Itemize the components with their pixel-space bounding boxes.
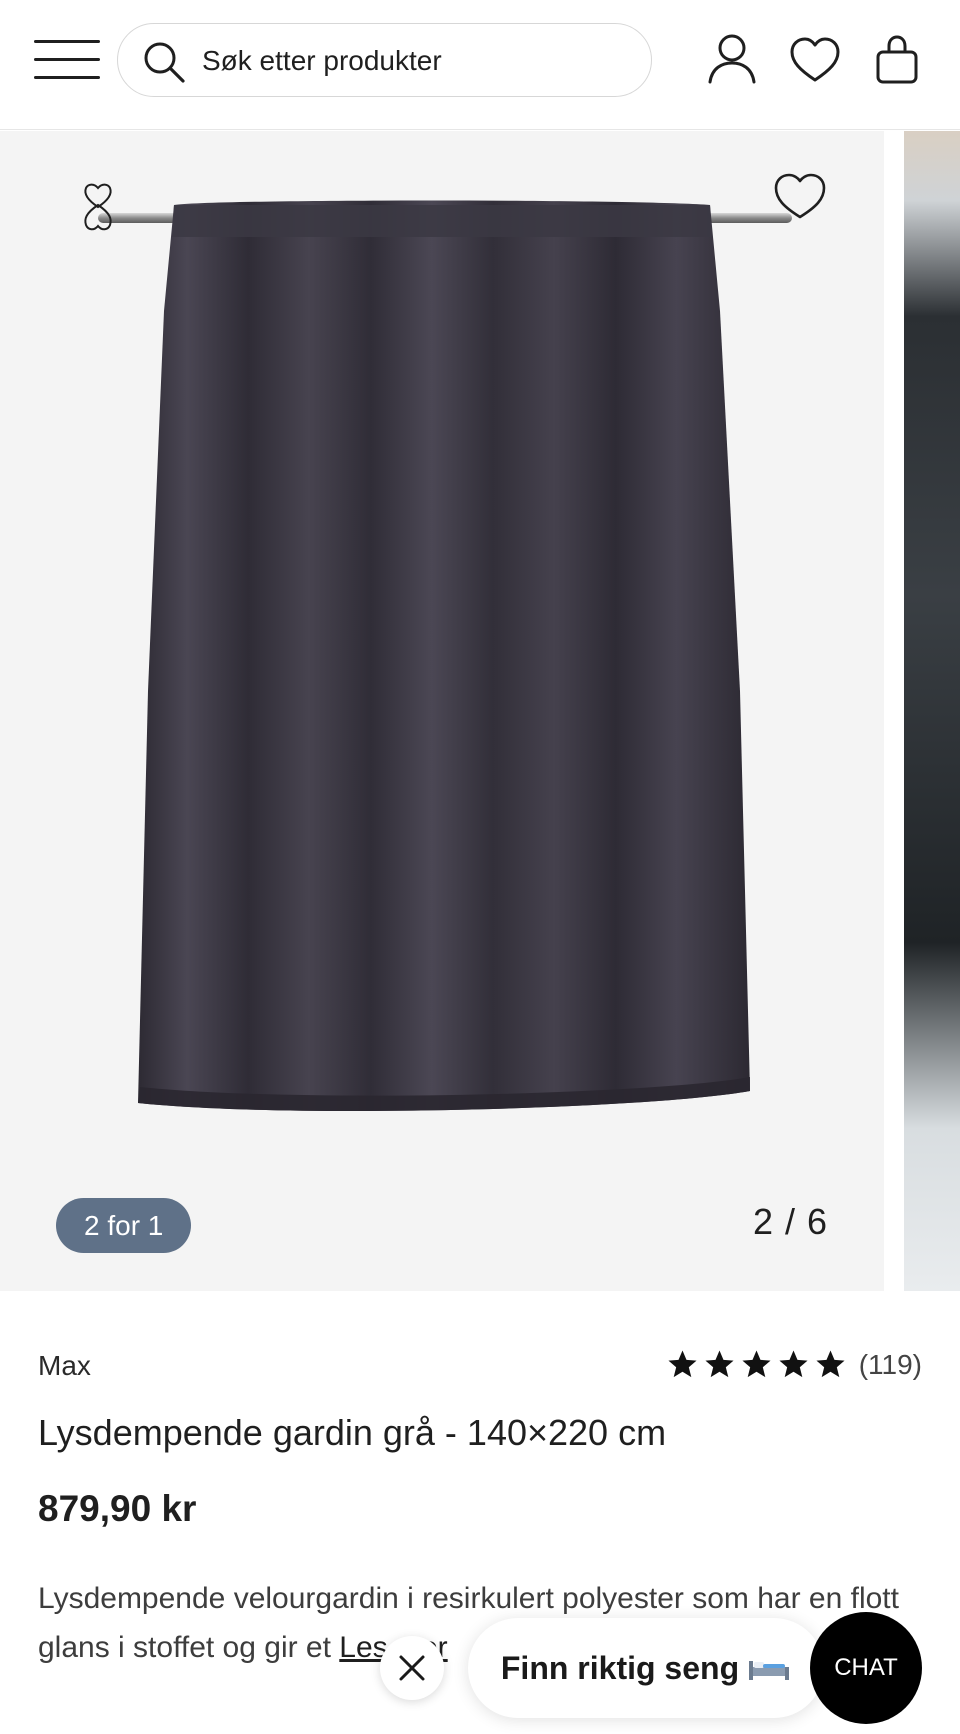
- star-icon: [705, 1350, 734, 1378]
- product-title: Lysdempende gardin grå - 140×220 cm: [38, 1412, 667, 1453]
- gallery-slide[interactable]: [0, 131, 884, 1291]
- image-counter: 2 / 6: [752, 1201, 828, 1242]
- search-icon: [144, 42, 185, 83]
- account-icon[interactable]: [704, 30, 760, 90]
- cart-icon[interactable]: [872, 30, 922, 90]
- menu-icon[interactable]: [34, 40, 100, 80]
- bed-icon: [749, 1661, 790, 1680]
- product-gallery[interactable]: 2 for 1 2 / 6: [0, 131, 960, 1291]
- product-brand: Max: [38, 1350, 91, 1381]
- favorite-heart-icon[interactable]: [772, 171, 828, 221]
- chat-button[interactable]: CHAT: [810, 1612, 922, 1724]
- star-icon: [668, 1350, 697, 1378]
- product-price: 879,90 kr: [38, 1488, 197, 1529]
- star-icon: [816, 1350, 845, 1378]
- star-icon: [742, 1350, 771, 1378]
- rating-stars: [666, 1348, 847, 1381]
- close-promo-button[interactable]: [380, 1636, 444, 1700]
- search-input[interactable]: [202, 38, 622, 84]
- promo-badge: 2 for 1: [56, 1198, 192, 1253]
- close-icon: [399, 1655, 425, 1681]
- site-header: [0, 0, 960, 130]
- wishlist-icon[interactable]: [788, 30, 842, 90]
- star-icon: [779, 1350, 808, 1378]
- next-slide-preview[interactable]: [904, 131, 960, 1291]
- search-bar[interactable]: [117, 23, 652, 97]
- compare-icon[interactable]: [80, 181, 116, 235]
- promo-label: Finn riktig seng: [500, 1649, 740, 1686]
- product-rating[interactable]: (119): [666, 1348, 922, 1381]
- rating-count[interactable]: (119): [859, 1349, 922, 1381]
- product-image: [98, 200, 792, 1112]
- find-bed-promo[interactable]: Finn riktig seng: [468, 1618, 824, 1718]
